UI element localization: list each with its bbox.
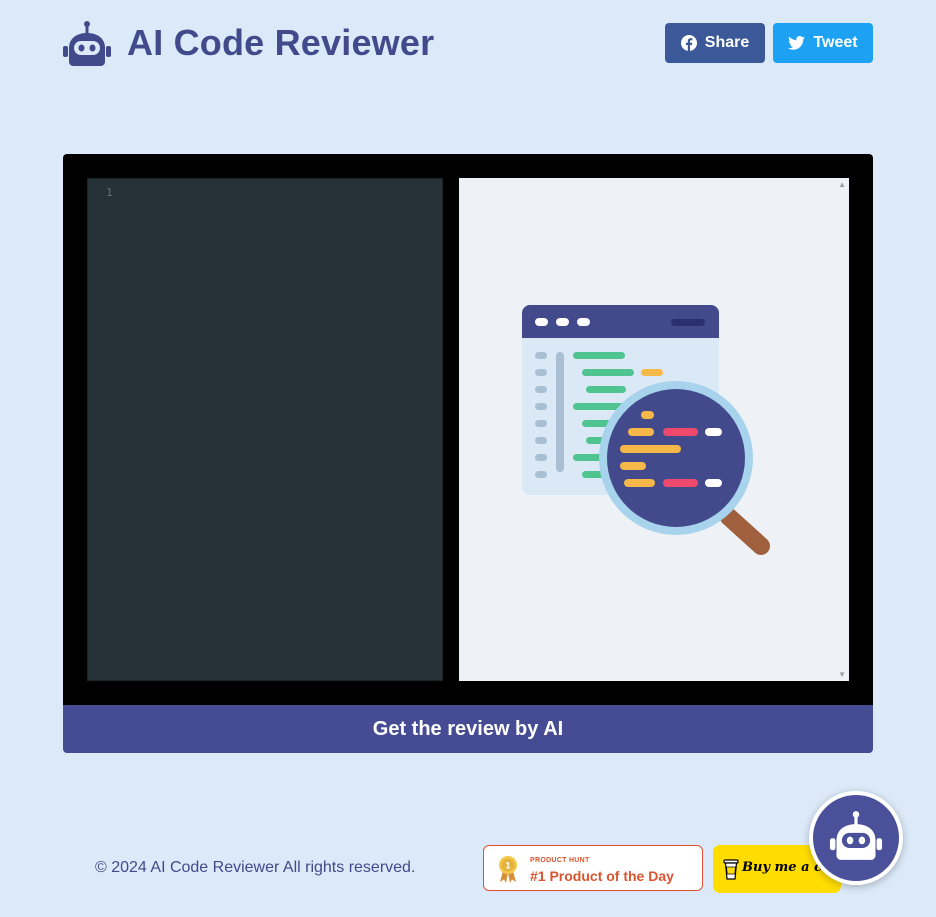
svg-text:1: 1 bbox=[505, 861, 510, 871]
code-editor[interactable]: 1 bbox=[87, 178, 443, 681]
share-label: Share bbox=[704, 34, 750, 51]
code-review-magnifier-illustration bbox=[522, 305, 770, 555]
line-number: 1 bbox=[106, 186, 113, 199]
tweet-label: Tweet bbox=[813, 34, 858, 51]
facebook-icon bbox=[680, 35, 697, 51]
editor-frame: 1 ▲ ▼ bbox=[63, 154, 873, 705]
header: AI Code Reviewer Share Tweet bbox=[63, 18, 873, 68]
scroll-down-arrow-icon[interactable]: ▼ bbox=[838, 670, 846, 679]
robot-icon bbox=[830, 811, 882, 860]
twitter-bird-icon bbox=[788, 36, 806, 50]
product-hunt-badge[interactable]: 1 PRODUCT HUNT #1 Product of the Day bbox=[483, 845, 703, 891]
review-output-panel[interactable]: ▲ ▼ bbox=[459, 178, 849, 681]
coffee-cup-icon bbox=[723, 859, 739, 880]
tweet-button[interactable]: Tweet bbox=[773, 23, 873, 63]
get-review-button[interactable]: Get the review by AI bbox=[63, 705, 873, 753]
app-title: AI Code Reviewer bbox=[127, 22, 435, 63]
robot-icon bbox=[63, 21, 111, 66]
medal-icon: 1 bbox=[499, 856, 517, 883]
chat-bot-button[interactable] bbox=[809, 791, 903, 885]
footer-copyright: © 2024 AI Code Reviewer All rights reser… bbox=[95, 859, 416, 876]
product-hunt-kicker: PRODUCT HUNT bbox=[530, 857, 590, 864]
share-button[interactable]: Share bbox=[665, 23, 765, 63]
product-hunt-title: #1 Product of the Day bbox=[530, 868, 674, 884]
scroll-up-arrow-icon[interactable]: ▲ bbox=[838, 180, 846, 189]
